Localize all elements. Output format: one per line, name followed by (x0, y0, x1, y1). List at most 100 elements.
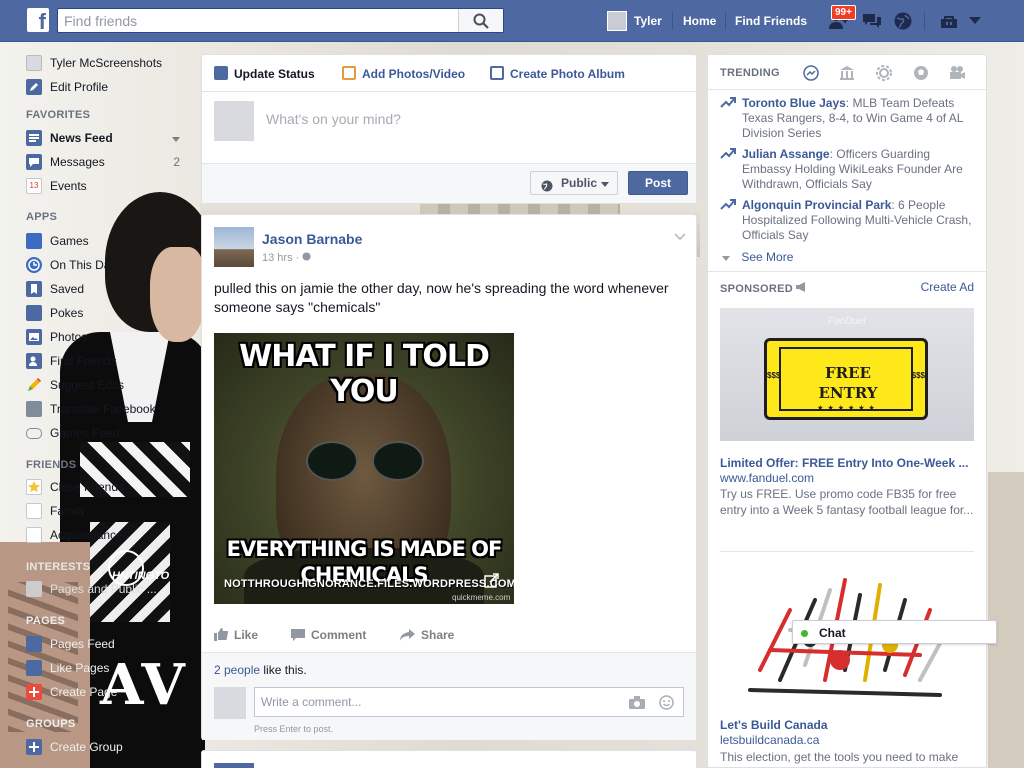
online-status-icon (801, 630, 808, 637)
trending-item[interactable]: Toronto Blue Jays: MLB Team Defeats Texa… (720, 96, 980, 141)
ad-image-fanduel[interactable]: FanDuel FREE ENTRY ★★★★★★ $$$ $$$ (720, 308, 974, 441)
clock-icon (26, 257, 42, 273)
search-box (57, 8, 504, 33)
sidebar-item-label: Like Pages (50, 661, 110, 675)
author-avatar[interactable] (214, 227, 254, 267)
trending-item[interactable]: Algonquin Provincial Park: 6 People Hosp… (720, 198, 980, 243)
interests-header: INTERESTS (26, 561, 91, 573)
megaphone-icon (796, 282, 807, 295)
poke-icon (26, 305, 42, 321)
search-icon (473, 13, 489, 29)
favorites-header: FAVORITES (26, 109, 91, 121)
post-button[interactable]: Post (628, 171, 688, 195)
messages-count: 2 (173, 155, 180, 169)
see-more-link[interactable]: See More (722, 250, 793, 264)
composer-avatar (214, 101, 254, 141)
trending-entertainment-icon[interactable] (948, 64, 966, 82)
sidebar-item-news-feed[interactable]: News Feed (26, 128, 186, 148)
trending-topic-name[interactable]: Algonquin Provincial Park (742, 198, 891, 212)
news-feed-options-chevron-icon[interactable] (172, 128, 180, 148)
sponsored-header: SPONSORED (720, 282, 807, 295)
sidebar-edit-profile-label: Edit Profile (50, 80, 109, 94)
ad-url-link[interactable]: www.fanduel.com (720, 471, 814, 485)
trending-header: TRENDING (720, 67, 780, 79)
share-button[interactable]: Share (400, 628, 454, 644)
left-sidebar: Tyler McScreenshots Edit Profile FAVORIT… (0, 42, 190, 768)
sidebar-profile-name: Tyler McScreenshots (50, 56, 163, 70)
trending-politics-icon[interactable] (838, 64, 856, 82)
create-ad-link[interactable]: Create Ad (921, 280, 974, 294)
tab-create-photo-album[interactable]: Create Photo Album (490, 65, 625, 83)
trending-topic-name[interactable]: Julian Assange (742, 147, 830, 161)
search-input[interactable] (58, 9, 458, 32)
emoji-icon[interactable] (659, 695, 674, 713)
trending-arrow-icon (720, 199, 736, 214)
status-composer: Update Status Add Photos/Video Create Ph… (201, 54, 697, 204)
like-button[interactable]: Like (214, 628, 258, 644)
status-input[interactable] (266, 111, 676, 127)
privacy-shortcuts-icon[interactable] (938, 10, 960, 32)
account-menu-chevron-down-icon[interactable] (964, 10, 986, 32)
ad-url-link[interactable]: letsbuildcanada.ca (720, 733, 819, 747)
thumbs-up-icon (214, 628, 229, 644)
meme-watermark: quickmeme.com (452, 593, 511, 602)
meme-image[interactable]: WHAT IF I TOLD YOU EVERYTHING IS MADE OF… (214, 333, 514, 604)
trending-science-icon[interactable] (875, 64, 893, 82)
chat-tab[interactable]: Chat (792, 620, 997, 644)
ad-title-link[interactable]: Limited Offer: FREE Entry Into One-Week … (720, 456, 974, 470)
comment-icon (291, 629, 305, 644)
external-link-icon (484, 573, 500, 592)
gamepad-icon (26, 428, 42, 439)
trending-sports-icon[interactable] (912, 64, 930, 82)
tab-add-photos-video[interactable]: Add Photos/Video (342, 65, 465, 83)
comment-button[interactable]: Comment (291, 628, 366, 644)
search-button[interactable] (458, 9, 503, 32)
ad-description: Try us FREE. Use promo code FB35 for fre… (720, 487, 974, 517)
trending-top-icon[interactable] (802, 64, 820, 82)
facebook-logo-icon[interactable]: f (27, 8, 49, 32)
sunglasses-lens (306, 441, 358, 481)
story-options-chevron-icon[interactable] (674, 229, 686, 243)
audience-selector-button[interactable]: Public (530, 171, 618, 195)
pencil-icon (26, 377, 42, 393)
likers-link[interactable]: 2 people (214, 663, 260, 677)
messages-icon[interactable] (861, 10, 883, 32)
list-icon (26, 581, 42, 597)
trending-arrow-icon (720, 148, 736, 163)
link-source-domain: NOTTHROUGHIGNORANCE.FILES.WORDPRESS.COM (224, 578, 514, 590)
sidebar-item-label: Pages Feed (50, 637, 115, 651)
news-feed-icon (26, 130, 42, 146)
sidebar-item-label: Games (50, 234, 89, 248)
comment-box (254, 687, 684, 717)
author-name-link[interactable]: Jason Barnabe (262, 231, 362, 247)
news-feed-story: Jason Barnabe 13 hrs · pulled this on ja… (201, 214, 697, 740)
friend-requests-badge: 99+ (831, 5, 856, 20)
pencil-icon (26, 79, 42, 95)
home-link[interactable]: Home (683, 0, 716, 42)
tab-update-status[interactable]: Update Status (214, 65, 315, 83)
chevron-down-icon (722, 250, 730, 264)
find-friends-link[interactable]: Find Friends (735, 0, 807, 42)
chat-label: Chat (819, 626, 846, 640)
sidebar-item-label: Photos (50, 330, 88, 344)
story-timestamp[interactable]: 13 hrs (262, 252, 293, 264)
notifications-globe-icon[interactable] (892, 10, 914, 32)
story-meta: 13 hrs · (262, 252, 311, 264)
flag-icon (26, 636, 42, 652)
profile-avatar-icon (26, 55, 42, 71)
user-avatar[interactable] (607, 11, 627, 31)
profile-link[interactable]: Tyler (634, 0, 662, 42)
comment-input[interactable] (261, 695, 621, 709)
trending-item[interactable]: Julian Assange: Officers Guarding Embass… (720, 147, 980, 192)
camera-icon[interactable] (629, 696, 645, 712)
trending-topic-name[interactable]: Toronto Blue Jays (742, 96, 846, 110)
sidebar-item-label: Find Friends (50, 354, 117, 368)
acquaintances-icon (26, 527, 42, 543)
sidebar-item-messages[interactable]: Messages 2 (26, 152, 186, 172)
pages-header: PAGES (26, 615, 66, 627)
ad-title-link[interactable]: Let's Build Canada (720, 718, 974, 732)
next-story-avatar[interactable] (214, 763, 254, 768)
feedback-area: 2 people like this. Press Enter to post. (202, 652, 696, 740)
sidebar-item-label: Close Friends (50, 480, 125, 494)
family-icon (26, 503, 42, 519)
